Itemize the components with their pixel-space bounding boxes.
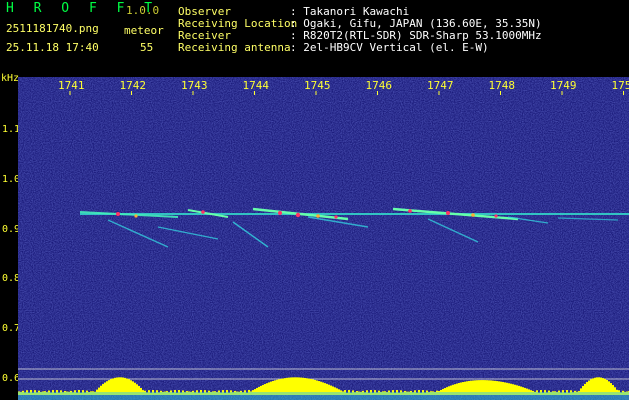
count-value: 55 [140, 41, 154, 54]
x-tick-label-1748: 1748 [489, 79, 516, 92]
y-axis-unit: kHz [1, 73, 20, 84]
x-tick-label-1745: 1745 [304, 79, 331, 92]
count-label: meteor [124, 24, 164, 37]
app-version: 1.0.0 [126, 4, 160, 17]
info-label-antenna: Receiving antenna [178, 41, 291, 54]
x-tick-label-1742: 1742 [120, 79, 147, 92]
x-tick-label-1743: 1743 [181, 79, 208, 92]
x-tick-label-1749: 1749 [550, 79, 577, 92]
x-tick-label-1747: 1747 [427, 79, 454, 92]
spectrogram-plot: 1741 1742 1743 1744 1745 1746 1747 1748 1749 1750 [18, 77, 629, 400]
header-panel: H R O F F T 1.0.0 2511181740.png 25.11.1… [0, 0, 629, 70]
x-tick-label-1746: 1746 [366, 79, 393, 92]
datetime: 25.11.18 17:40 [6, 41, 99, 54]
info-value-antenna: : 2el-HB9CV Vertical (el. E-W) [290, 41, 489, 54]
x-tick-label-1741: 1741 [58, 79, 85, 92]
x-tick-label-1744: 1744 [243, 79, 270, 92]
noise-texture [18, 77, 629, 400]
filename: 2511181740.png [6, 22, 99, 35]
signal-baseline [18, 392, 629, 400]
x-tick-label-1750: 1750 [612, 79, 629, 92]
